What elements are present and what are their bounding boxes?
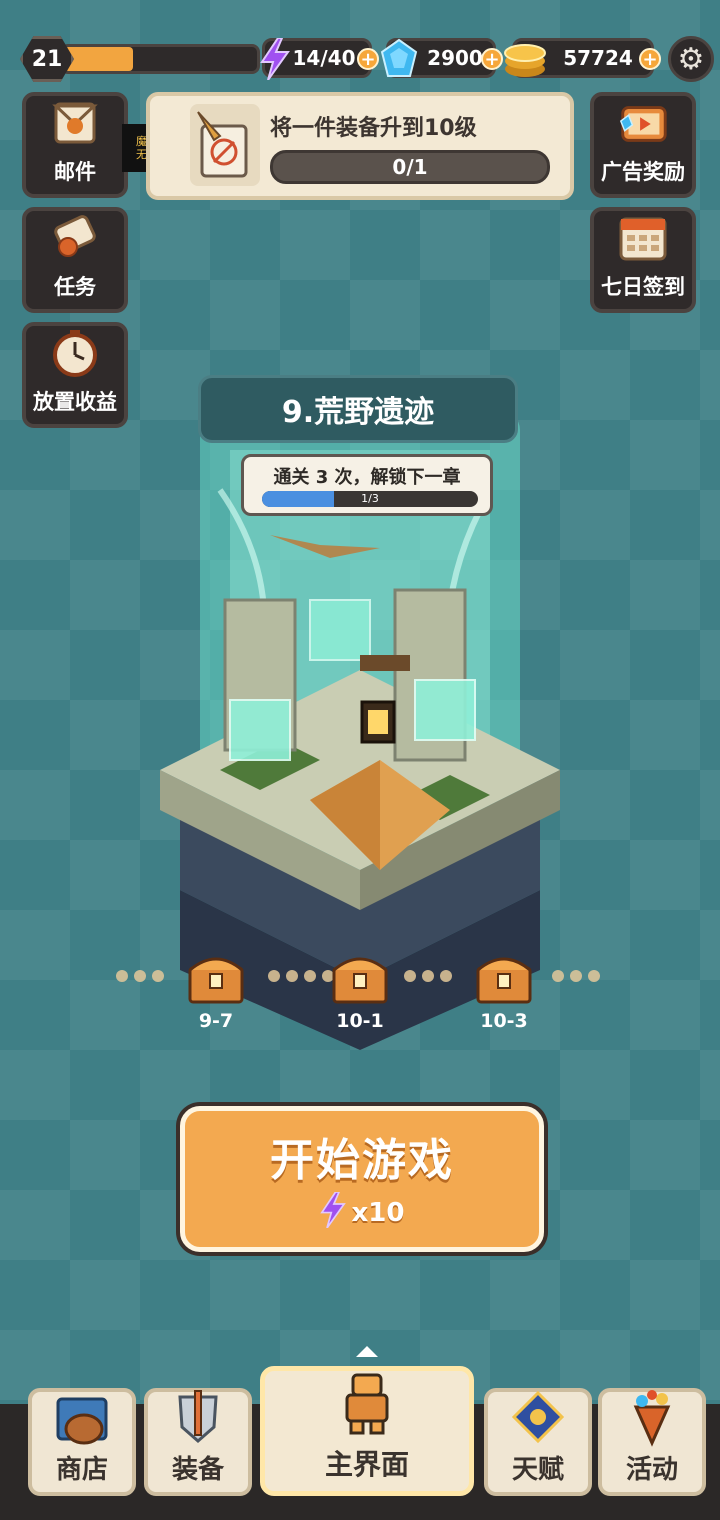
nav-shop-label: 商店 (55, 1455, 108, 1485)
unlock-tip-text: 通关 3 次，解锁下一章 (273, 467, 461, 488)
settings-gear-icon[interactable]: ⚙ (668, 36, 714, 82)
mail-button[interactable]: 邮件 (22, 92, 128, 198)
path-dot (286, 970, 298, 982)
gem-value: 2900 (427, 46, 483, 70)
nav-equipment-label: 装备 (171, 1455, 224, 1485)
quest-title: 将一件装备升到10级 (270, 116, 477, 141)
stage-label: 10-3 (480, 1010, 528, 1032)
talent-rune-icon (508, 1387, 568, 1447)
mail-icon (47, 96, 103, 150)
path-dot (404, 970, 416, 982)
ad-tv-icon (615, 96, 671, 150)
stage-label: 9-7 (198, 1010, 234, 1032)
path-dot (268, 970, 280, 982)
energy-counter[interactable]: 14/40 + (260, 38, 379, 80)
gem-counter[interactable]: 2900 + (380, 38, 503, 78)
xp-bar (60, 44, 260, 74)
path-dot (422, 970, 434, 982)
add-gem-button[interactable]: + (481, 48, 503, 70)
quest-button[interactable]: 任务 (22, 207, 128, 313)
ad-reward-button[interactable]: 广告奖励 (590, 92, 696, 198)
stage-label: 10-1 (336, 1010, 384, 1032)
nav-talent-tab[interactable]: 天赋 (484, 1388, 592, 1496)
treasure-chest-icon[interactable] (330, 946, 390, 1006)
nav-home-tab[interactable]: 主界面 (260, 1366, 474, 1496)
daily-checkin-button[interactable]: 七日签到 (590, 207, 696, 313)
treasure-chest-icon[interactable] (186, 946, 246, 1006)
current-quest-card[interactable]: 将一件装备升到10级 0/1 (146, 92, 574, 200)
path-dot (552, 970, 564, 982)
armor-icon (337, 1371, 397, 1439)
calendar-icon (615, 211, 671, 265)
gem-icon (377, 35, 421, 83)
daily-checkin-label: 七日签到 (601, 275, 685, 299)
nav-events-tab[interactable]: 活动 (598, 1388, 706, 1496)
energy-value: 14/40 (292, 46, 356, 70)
quest-target-icon (190, 104, 260, 186)
treasure-chest-icon[interactable] (474, 946, 534, 1006)
add-coin-button[interactable]: + (639, 48, 661, 70)
unlock-progress-text: 1/3 (361, 492, 379, 505)
path-dot (570, 970, 582, 982)
stage-path-dots (116, 966, 164, 986)
quest-scroll-icon (47, 211, 103, 265)
mail-label: 邮件 (54, 160, 96, 184)
stage-path-dots (404, 966, 452, 986)
path-dot (440, 970, 452, 982)
lightning-icon (319, 1190, 346, 1235)
coin-counter[interactable]: 57724 + (504, 38, 661, 78)
coin-value: 57724 (563, 46, 633, 70)
sword-shield-icon (168, 1387, 228, 1447)
quest-label: 任务 (54, 275, 96, 299)
nav-home-label: 主界面 (324, 1448, 409, 1481)
shop-bag-icon (52, 1391, 112, 1447)
player-level-badge: 21 (20, 36, 74, 82)
start-cost-value: x10 (351, 1198, 405, 1228)
ad-reward-label: 广告奖励 (601, 160, 685, 184)
idle-clock-icon (47, 326, 103, 380)
unlock-progress-bar: 1/3 (262, 491, 478, 507)
path-dot (304, 970, 316, 982)
path-dot (152, 970, 164, 982)
chapter-unlock-tip: 通关 3 次，解锁下一章 1/3 (241, 454, 493, 516)
quest-progress-bar: 0/1 (270, 150, 550, 184)
chapter-title: 9.荒野遗迹 (198, 375, 518, 443)
nav-events-label: 活动 (625, 1455, 678, 1485)
start-cost: x10 (319, 1190, 405, 1235)
path-dot (134, 970, 146, 982)
stage-path-dots (552, 966, 600, 986)
lightning-icon (253, 35, 297, 83)
path-dot (588, 970, 600, 982)
idle-reward-label: 放置收益 (33, 390, 117, 414)
start-game-button[interactable]: 开始游戏 x10 (180, 1106, 544, 1252)
chapter-title-text: 9.荒野遗迹 (281, 395, 435, 430)
nav-active-indicator-icon (356, 1346, 378, 1357)
add-energy-button[interactable]: + (357, 48, 379, 70)
player-level-widget[interactable]: 21 (20, 36, 260, 82)
nav-equipment-tab[interactable]: 装备 (144, 1388, 252, 1496)
idle-reward-button[interactable]: 放置收益 (22, 322, 128, 428)
stage-path-dots (268, 966, 334, 986)
path-dot (116, 970, 128, 982)
nav-shop-tab[interactable]: 商店 (28, 1388, 136, 1496)
event-party-icon (622, 1387, 682, 1447)
coin-stack-icon (503, 35, 547, 83)
nav-talent-label: 天赋 (511, 1455, 564, 1485)
quest-progress-text: 0/1 (392, 155, 428, 179)
start-game-label: 开始游戏 (270, 1134, 454, 1186)
